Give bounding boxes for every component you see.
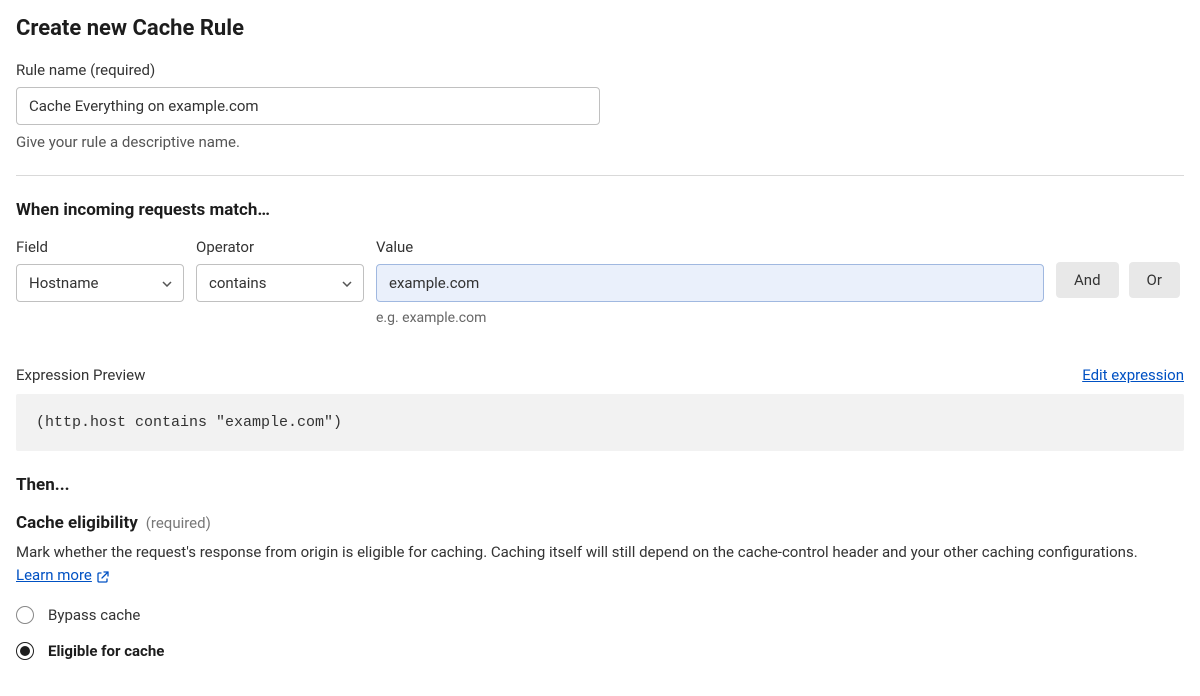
value-column-label: Value — [376, 238, 1044, 256]
cache-eligibility-radio-group: Bypass cache Eligible for cache — [16, 606, 1184, 660]
radio-bypass-label: Bypass cache — [48, 606, 140, 624]
then-heading: Then... — [16, 475, 1184, 495]
operator-select[interactable]: contains — [196, 264, 364, 302]
field-select[interactable]: Hostname — [16, 264, 184, 302]
radio-bypass-cache[interactable]: Bypass cache — [16, 606, 1184, 624]
edit-expression-link[interactable]: Edit expression — [1082, 366, 1184, 384]
cache-eligibility-description: Mark whether the request's response from… — [16, 541, 1184, 586]
radio-eligible-label: Eligible for cache — [48, 642, 164, 660]
expression-code: (http.host contains "example.com") — [16, 394, 1184, 451]
external-link-icon — [96, 568, 110, 582]
page-title: Create new Cache Rule — [16, 16, 1184, 41]
rule-name-input[interactable] — [16, 87, 600, 125]
value-hint: e.g. example.com — [376, 310, 1044, 326]
cache-eligibility-heading: Cache eligibility — [16, 513, 138, 533]
match-heading: When incoming requests match… — [16, 200, 1184, 220]
radio-eligible-cache[interactable]: Eligible for cache — [16, 642, 1184, 660]
rule-name-help: Give your rule a descriptive name. — [16, 133, 1184, 151]
required-tag: (required) — [146, 514, 211, 532]
expression-preview-label: Expression Preview — [16, 366, 145, 384]
rule-name-label: Rule name (required) — [16, 61, 1184, 79]
or-button[interactable]: Or — [1129, 262, 1180, 298]
radio-icon — [16, 606, 34, 624]
radio-icon-selected — [16, 642, 34, 660]
and-button[interactable]: And — [1056, 262, 1119, 298]
value-input[interactable] — [376, 264, 1044, 302]
field-column-label: Field — [16, 238, 184, 256]
operator-column-label: Operator — [196, 238, 364, 256]
divider — [16, 175, 1184, 176]
condition-row: Field Hostname Operator contains Value e… — [16, 238, 1184, 326]
learn-more-link[interactable]: Learn more — [16, 564, 110, 587]
